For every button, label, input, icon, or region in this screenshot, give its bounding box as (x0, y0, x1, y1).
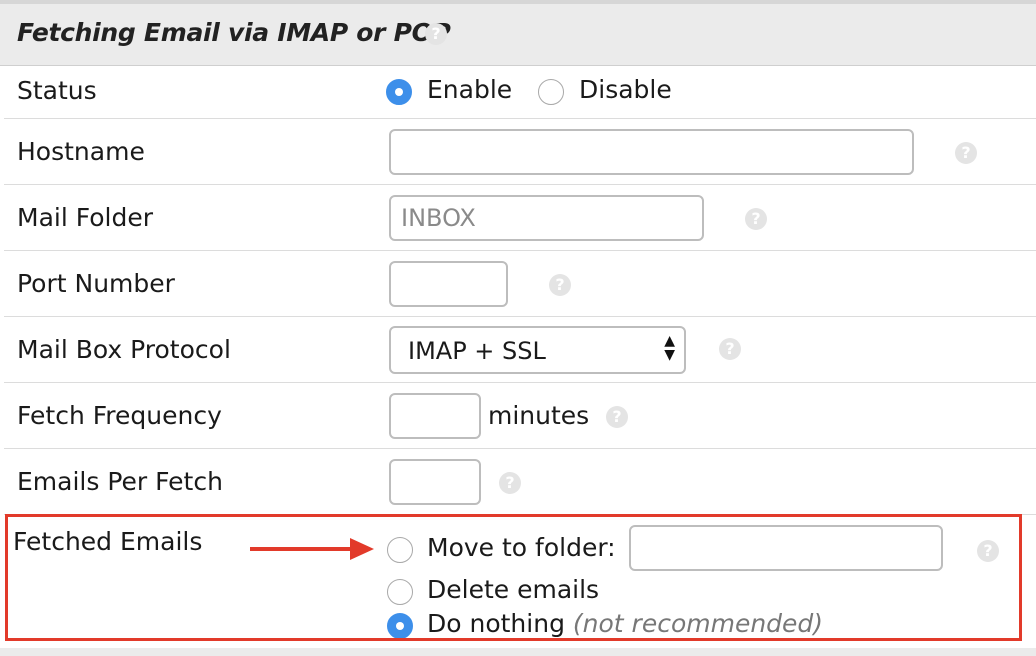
emails-per-fetch-input[interactable] (389, 459, 481, 505)
fetch-frequency-unit: minutes (488, 401, 590, 430)
fetch-frequency-input[interactable] (389, 393, 481, 439)
mail-box-protocol-select[interactable]: IMAP + SSL ▲ ▼ (389, 326, 686, 374)
hostname-input[interactable] (389, 129, 914, 175)
help-icon[interactable]: ? (745, 208, 767, 230)
status-disable-radio[interactable] (538, 79, 564, 105)
help-icon[interactable]: ? (549, 274, 571, 296)
mail-box-protocol-value: IMAP + SSL (408, 337, 546, 365)
help-icon[interactable]: ? (955, 142, 977, 164)
port-number-row: Port Number (4, 251, 1036, 317)
section-title: Fetching Email via IMAP or POP (17, 18, 451, 47)
mail-box-protocol-label: Mail Box Protocol (17, 335, 231, 364)
status-enable-radio[interactable] (386, 79, 412, 105)
status-row: Status (4, 66, 1036, 119)
section-header: Fetching Email via IMAP or POP ? (0, 0, 1036, 66)
fetch-frequency-label: Fetch Frequency (17, 401, 222, 430)
status-disable-label[interactable]: Disable (579, 75, 672, 104)
help-icon[interactable]: ? (606, 406, 628, 428)
help-icon[interactable]: ? (719, 338, 741, 360)
status-label: Status (17, 76, 97, 105)
emails-per-fetch-label: Emails Per Fetch (17, 467, 223, 496)
hostname-label: Hostname (17, 137, 145, 166)
annotation-highlight-box (5, 514, 1022, 641)
select-arrows-icon: ▲ ▼ (664, 333, 675, 363)
mail-folder-input[interactable] (389, 195, 704, 241)
status-enable-label[interactable]: Enable (427, 75, 512, 104)
mail-folder-label: Mail Folder (17, 203, 153, 232)
help-icon[interactable]: ? (425, 23, 447, 45)
next-section-strip (0, 648, 1036, 656)
port-number-input[interactable] (389, 261, 508, 307)
port-number-label: Port Number (17, 269, 175, 298)
help-icon[interactable]: ? (499, 472, 521, 494)
